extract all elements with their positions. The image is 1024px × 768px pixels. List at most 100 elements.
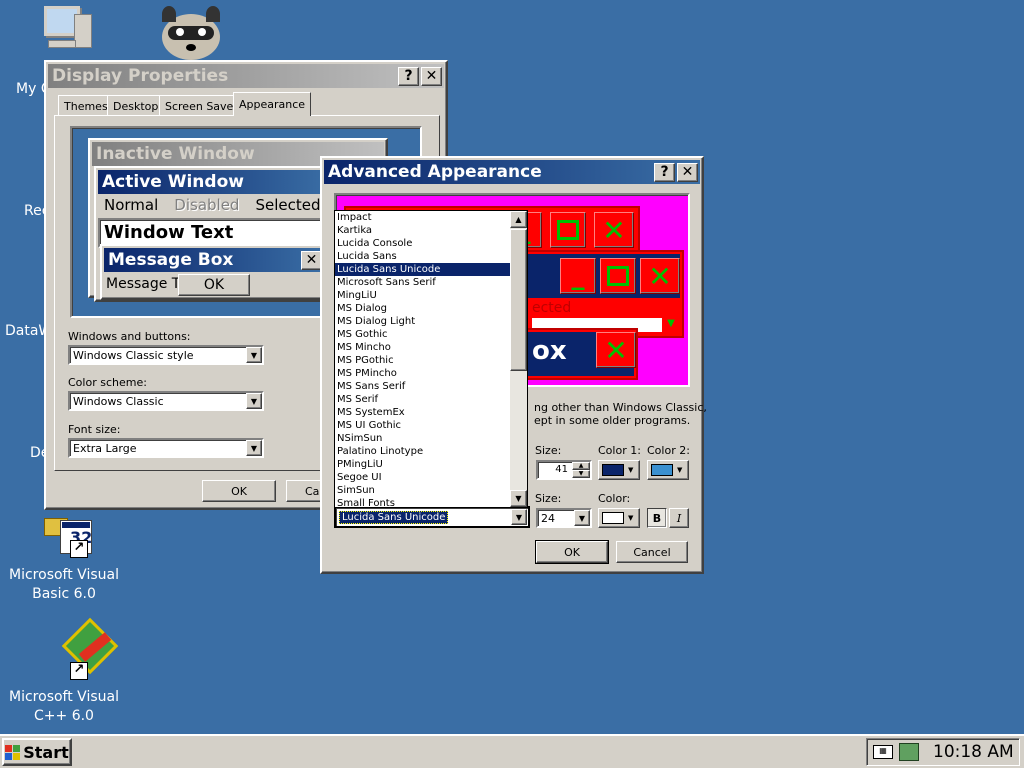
chevron-down-icon: ▼: [677, 466, 683, 474]
color1-label: Color 1:: [598, 444, 641, 457]
font-list-item[interactable]: Lucida Sans Unicode: [335, 263, 527, 276]
chevron-down-icon[interactable]: ▼: [246, 440, 262, 456]
desktop-icon-my-computer[interactable]: My C: [2, 4, 130, 97]
font-list-item[interactable]: MS Dialog Light: [335, 315, 527, 328]
desktop-icon-visual-basic[interactable]: 32 ↗ Microsoft Visual Basic 6.0: [0, 510, 128, 602]
chevron-down-icon: ▼: [628, 514, 634, 522]
preview-menu-selected: Selected: [255, 196, 321, 214]
font-list-item[interactable]: MS Serif: [335, 393, 527, 406]
scroll-up-icon[interactable]: ▲: [510, 211, 527, 228]
font-list-item[interactable]: MS Dialog: [335, 302, 527, 315]
ok-button[interactable]: OK: [535, 540, 609, 564]
chevron-down-icon: ▼: [662, 314, 680, 334]
font-list-item[interactable]: NSimSun: [335, 432, 527, 445]
close-button[interactable]: ✕: [421, 66, 442, 86]
font-list-item[interactable]: MS Mincho: [335, 341, 527, 354]
display-properties-titlebar[interactable]: Display Properties ? ✕: [48, 64, 444, 88]
windows-buttons-label: Windows and buttons:: [68, 330, 191, 343]
close-icon: ✕: [594, 212, 634, 248]
tab-appearance[interactable]: Appearance: [233, 92, 312, 116]
keyboard-icon[interactable]: ▦: [873, 745, 893, 759]
clock[interactable]: 10:18 AM: [933, 742, 1014, 762]
color2-picker[interactable]: ▼: [647, 460, 689, 480]
chevron-down-icon[interactable]: ▼: [574, 510, 590, 526]
item-size-spinner[interactable]: 41 ▲ ▼: [536, 460, 592, 480]
preview-menu-disabled: Disabled: [174, 196, 240, 214]
font-list-item[interactable]: PMingLiU: [335, 458, 527, 471]
font-list-item[interactable]: MingLiU: [335, 289, 527, 302]
preview-active-title: Active Window: [102, 172, 244, 192]
font-list-item[interactable]: Lucida Console: [335, 237, 527, 250]
font-list-item[interactable]: SimSun: [335, 484, 527, 497]
start-button[interactable]: Start: [2, 738, 72, 766]
font-dropdown-list[interactable]: Impact Kartika Lucida Console Lucida Sans Lu…: [334, 210, 528, 508]
chevron-down-icon[interactable]: ▼: [246, 393, 262, 409]
font-list-item[interactable]: MS Gothic: [335, 328, 527, 341]
color-scheme-select[interactable]: Windows Classic ▼: [68, 391, 264, 411]
desktop-icon-visual-cpp[interactable]: ↗ Microsoft Visual C++ 6.0: [0, 617, 128, 724]
windows-logo-icon: [5, 744, 21, 760]
font-list-item[interactable]: MS Sans Serif: [335, 380, 527, 393]
font-list-item[interactable]: Lucida Sans: [335, 250, 527, 263]
font-size-value: 24: [541, 511, 555, 525]
preview-menu: Normal Disabled Selected: [104, 196, 320, 214]
preview-msgbox-2: ox ✕: [520, 328, 638, 380]
preview-inactive-title: Inactive Window: [96, 144, 255, 164]
font-list-item[interactable]: MS PGothic: [335, 354, 527, 367]
shortcut-arrow-icon: ↗: [70, 662, 88, 680]
font-size-select[interactable]: Extra Large ▼: [68, 438, 264, 458]
scroll-down-icon[interactable]: ▼: [510, 490, 527, 507]
color1-picker[interactable]: ▼: [598, 460, 640, 480]
font-size-value: Extra Large: [73, 441, 137, 455]
font-select[interactable]: Lucida Sans Unicode ▼: [334, 506, 530, 528]
font-list-item[interactable]: Small Fonts: [335, 497, 527, 507]
tab-screen-saver[interactable]: Screen Saver: [159, 95, 244, 116]
window-title: Display Properties: [52, 66, 229, 86]
chevron-down-icon[interactable]: ▼: [246, 347, 262, 363]
scroll-thumb[interactable]: [510, 229, 527, 371]
item-size-label: Size:: [535, 444, 562, 457]
close-icon: ✕: [301, 250, 322, 270]
font-list-item[interactable]: Microsoft Sans Serif: [335, 276, 527, 289]
preview-msgbox-titlebar: Message Box ✕: [104, 248, 324, 272]
font-size-label: Font size:: [68, 423, 121, 436]
info-text-line2: ept in some older programs.: [534, 414, 691, 427]
font-list-item[interactable]: Impact: [335, 211, 527, 224]
font-color-picker[interactable]: ▼: [598, 508, 640, 528]
window-title: Advanced Appearance: [328, 162, 542, 182]
font-list-item[interactable]: MS PMincho: [335, 367, 527, 380]
tab-themes[interactable]: Themes: [58, 95, 114, 116]
font-size-select[interactable]: 24 ▼: [536, 508, 592, 528]
advanced-appearance-titlebar[interactable]: Advanced Appearance ? ✕: [324, 160, 700, 184]
computer-icon: [42, 4, 92, 52]
font-size-label: Size:: [535, 492, 562, 505]
font-list-item[interactable]: Kartika: [335, 224, 527, 237]
font-list-item[interactable]: MS SystemEx: [335, 406, 527, 419]
taskbar: Start ▦ 10:18 AM: [0, 734, 1024, 768]
font-list-scrollbar[interactable]: ▲ ▼: [510, 211, 527, 507]
raccoon-icon[interactable]: [156, 6, 226, 62]
preview-message-box: Message Box ✕ Message T OK: [100, 244, 328, 300]
bold-button[interactable]: B: [647, 508, 667, 528]
preview-msgbox-ok: OK: [178, 274, 250, 296]
ok-button[interactable]: OK: [202, 480, 276, 502]
close-button[interactable]: ✕: [677, 162, 698, 182]
italic-button[interactable]: I: [669, 508, 689, 528]
cancel-button[interactable]: Cancel: [616, 541, 688, 563]
font-list-item[interactable]: MS UI Gothic: [335, 419, 527, 432]
tab-desktop[interactable]: Desktop: [107, 95, 165, 116]
windows-buttons-value: Windows Classic style: [73, 348, 194, 362]
preview-active-titlebar: Active Window: [98, 170, 330, 194]
spinner-down-icon[interactable]: ▼: [572, 470, 590, 478]
font-list-item[interactable]: Segoe UI: [335, 471, 527, 484]
help-button[interactable]: ?: [398, 66, 419, 86]
chevron-down-icon: ▼: [628, 466, 634, 474]
item-size-value: 41: [555, 464, 568, 475]
help-button[interactable]: ?: [654, 162, 675, 182]
shortcut-arrow-icon: ↗: [70, 540, 88, 558]
preview-window-text: Window Text: [104, 222, 234, 243]
windows-buttons-select[interactable]: Windows Classic style ▼: [68, 345, 264, 365]
chevron-down-icon[interactable]: ▼: [511, 509, 527, 525]
network-icon[interactable]: [899, 743, 919, 761]
font-list-item[interactable]: Palatino Linotype: [335, 445, 527, 458]
